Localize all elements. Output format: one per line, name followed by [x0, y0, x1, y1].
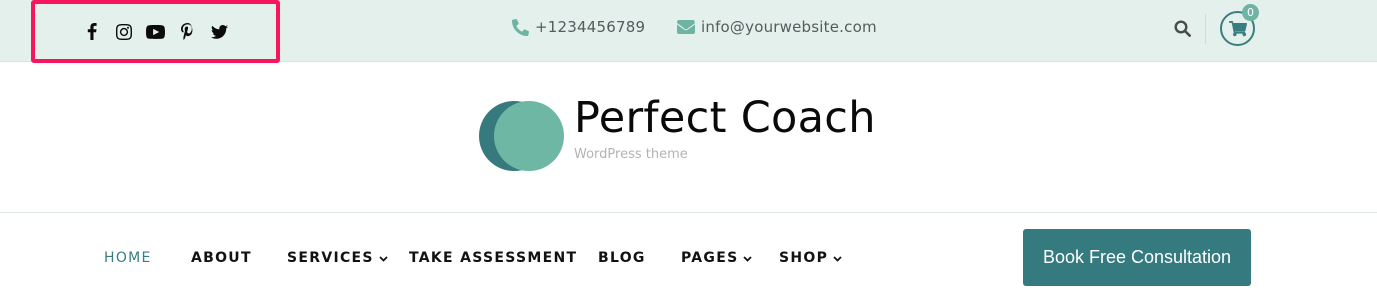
nav-item-services[interactable]: SERVICES	[287, 248, 388, 268]
brand-header: Perfect Coach WordPress theme	[0, 62, 1377, 213]
nav-item-label: BLOG	[598, 250, 646, 266]
instagram-icon[interactable]	[108, 16, 140, 48]
site-tagline: WordPress theme	[574, 147, 688, 162]
nav-item-pages[interactable]: PAGES	[681, 248, 753, 268]
pinterest-icon[interactable]	[172, 16, 204, 48]
nav-item-label: SHOP	[779, 250, 829, 266]
nav-item-label: ABOUT	[191, 250, 252, 266]
envelope-icon	[677, 20, 695, 34]
nav-item-home[interactable]: HOME	[104, 248, 152, 268]
phone-number: +1234456789	[535, 18, 646, 36]
nav-item-label: SERVICES	[287, 250, 374, 266]
chevron-down-icon	[379, 250, 388, 266]
chevron-down-icon	[743, 250, 753, 266]
book-consultation-button[interactable]: Book Free Consultation	[1023, 229, 1251, 286]
cart-count-badge: 0	[1242, 4, 1259, 21]
youtube-icon[interactable]	[140, 16, 172, 48]
search-icon	[1173, 19, 1191, 37]
search-button[interactable]	[1172, 18, 1192, 38]
topbar-divider	[1205, 14, 1206, 44]
phone-contact[interactable]: +1234456789	[512, 15, 645, 39]
logo-circles-icon[interactable]	[478, 101, 566, 173]
nav-item-label: HOME	[104, 250, 152, 266]
nav-item-label: PAGES	[681, 250, 739, 266]
nav-item-shop[interactable]: SHOP	[779, 248, 842, 268]
chevron-down-icon	[833, 250, 842, 266]
facebook-icon[interactable]	[76, 16, 108, 48]
top-bar: +1234456789 info@yourwebsite.com 0	[0, 0, 1377, 63]
nav-item-about[interactable]: ABOUT	[191, 248, 252, 268]
social-links	[31, 0, 280, 63]
shopping-cart-icon	[1228, 20, 1247, 36]
twitter-icon[interactable]	[204, 16, 236, 48]
phone-icon	[512, 18, 529, 36]
email-address: info@yourwebsite.com	[701, 18, 877, 36]
email-contact[interactable]: info@yourwebsite.com	[677, 15, 877, 39]
site-title[interactable]: Perfect Coach	[574, 97, 876, 140]
nav-item-blog[interactable]: BLOG	[598, 248, 646, 268]
main-navigation: HOME ABOUT SERVICES TAKE ASSESSMENT BLOG…	[0, 212, 1377, 291]
nav-item-label: TAKE ASSESSMENT	[409, 250, 578, 266]
nav-item-take-assessment[interactable]: TAKE ASSESSMENT	[409, 248, 577, 268]
